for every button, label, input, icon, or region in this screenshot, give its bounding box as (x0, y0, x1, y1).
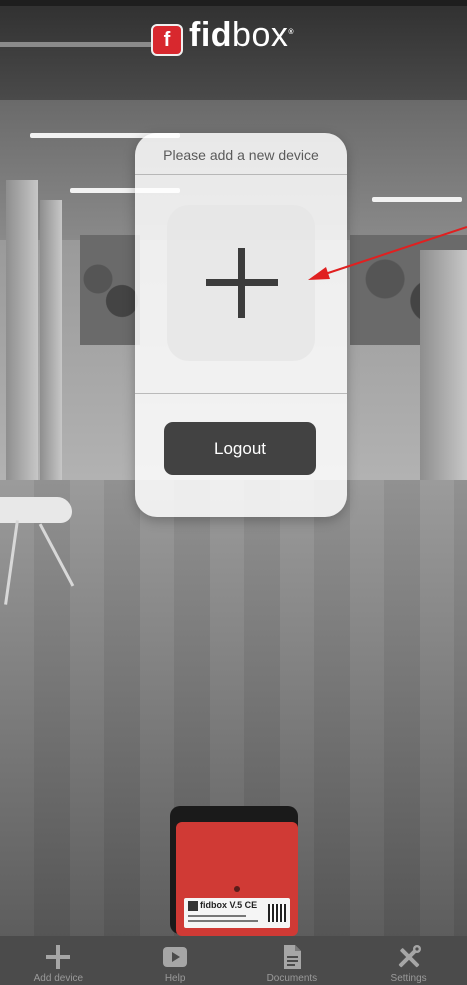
nav-label: Help (164, 973, 186, 984)
annotation-arrow-icon (308, 226, 467, 280)
add-device-button[interactable] (167, 205, 315, 361)
logo-mark: f (163, 28, 171, 51)
device-label-text: fidbox V.5 CE (200, 900, 258, 910)
background-column (6, 180, 38, 490)
card-title: Please add a new device (163, 147, 319, 163)
nav-settings[interactable]: Settings (350, 936, 467, 985)
nav-add-device[interactable]: Add device (0, 936, 117, 985)
nav-help[interactable]: Help (117, 936, 234, 985)
fidbox-logo: f fidbox® (151, 16, 294, 60)
logo-text: fidbox® (189, 15, 294, 65)
device-label-line (188, 915, 246, 917)
card-divider (135, 174, 347, 175)
logo-text-light: box (232, 16, 289, 54)
logo-badge-icon: f (151, 24, 183, 56)
nav-label: Settings (390, 973, 427, 984)
logout-button[interactable]: Logout (164, 422, 316, 475)
device-label-logo-icon (188, 901, 198, 911)
plus-icon (44, 943, 72, 971)
ceiling-light (372, 197, 462, 202)
device-qr-code-icon (268, 904, 286, 922)
status-bar (0, 0, 467, 6)
tools-icon (395, 943, 423, 971)
background-chair (0, 497, 72, 523)
logo-registered-mark: ® (288, 29, 295, 36)
device-label-line (188, 920, 258, 922)
add-device-card: Please add a new device Logout (135, 133, 347, 517)
card-divider (135, 393, 347, 394)
nav-label: Documents (266, 973, 318, 984)
bottom-navigation: Add device Help Documents Settings (0, 936, 467, 985)
nav-label: Add device (33, 973, 84, 984)
device-led (234, 886, 240, 892)
fidbox-device-image: fidbox V.5 CE (176, 822, 298, 936)
device-label: fidbox V.5 CE (184, 898, 290, 928)
nav-documents[interactable]: Documents (234, 936, 351, 985)
background-trees (80, 235, 140, 345)
document-icon (278, 943, 306, 971)
play-icon (161, 943, 189, 971)
logo-text-bold: fid (189, 16, 233, 54)
background-beam (0, 42, 160, 47)
background-column (40, 200, 62, 480)
